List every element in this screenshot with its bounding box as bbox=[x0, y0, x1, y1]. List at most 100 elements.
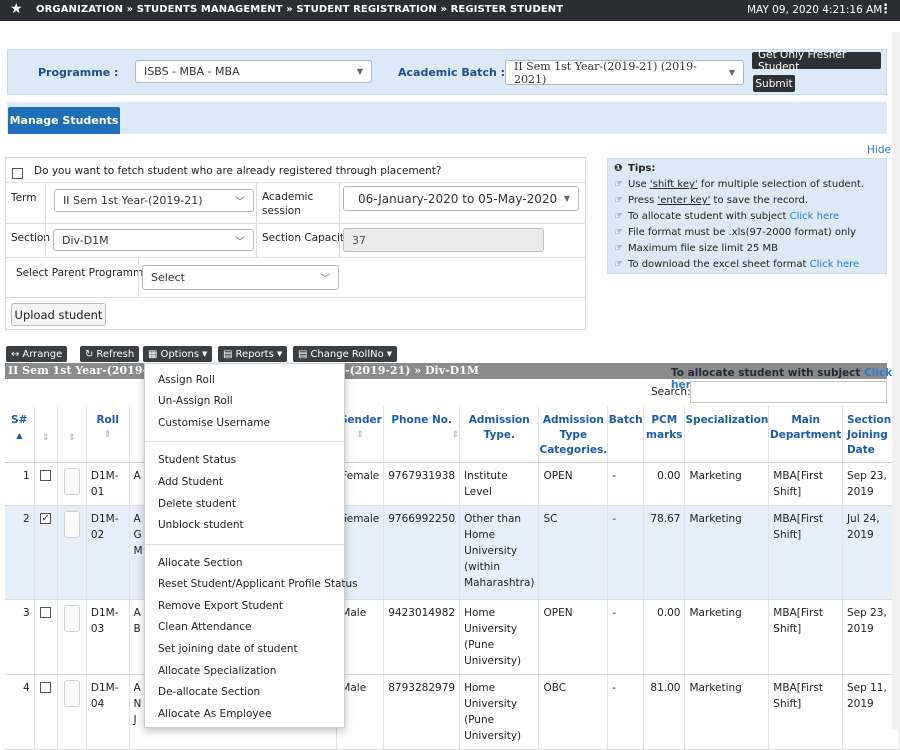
sn-text: 3 bbox=[22, 606, 30, 619]
menu-item-delete-student[interactable]: Delete student bbox=[158, 498, 236, 510]
table-icon: ▤ bbox=[298, 348, 308, 360]
caret-down-icon: ▼ bbox=[728, 68, 735, 77]
menu-divider bbox=[145, 544, 344, 545]
divider bbox=[5, 182, 586, 183]
tab-manage-students[interactable]: Manage Students bbox=[8, 107, 120, 134]
submit-button[interactable]: Submit bbox=[753, 75, 795, 92]
row-checkbox[interactable] bbox=[40, 682, 52, 693]
vertical-scrollbar[interactable] bbox=[892, 32, 900, 730]
arrange-button[interactable]: ↔ Arrange bbox=[6, 346, 68, 362]
menu-item-allocate-as-employee[interactable]: Allocate As Employee bbox=[158, 708, 272, 720]
menu-item-unblock-student[interactable]: Unblock student bbox=[158, 519, 244, 531]
category-cell: OBC bbox=[538, 674, 609, 750]
join-text: Sep 23, 2019 bbox=[846, 606, 887, 635]
menu-item-allocate-section[interactable]: Allocate Section bbox=[158, 557, 243, 569]
academic-batch-label: Academic Batch : bbox=[398, 66, 506, 79]
column-header[interactable]: ⇕ bbox=[34, 405, 58, 463]
breadcrumb: ORGANIZATION » STUDENTS MANAGEMENT » STU… bbox=[36, 4, 564, 15]
menu-item-set-joining-date[interactable]: Set joining date of student bbox=[158, 643, 298, 655]
kebab-icon[interactable]: ⋮ bbox=[879, 2, 892, 17]
select-cell: ✓ bbox=[34, 505, 58, 600]
name-text: A G M bbox=[133, 512, 143, 557]
fetch-placement-checkbox[interactable] bbox=[12, 167, 23, 179]
column-header[interactable]: ⇕ bbox=[57, 405, 87, 463]
table-row[interactable]: 2✓D1M-02A G Mos.ac.inFemale9766992250Oth… bbox=[5, 505, 900, 600]
refresh-icon: ↻ bbox=[85, 348, 94, 360]
column-header[interactable]: Specialization bbox=[684, 405, 770, 463]
gender-text: Male bbox=[341, 681, 367, 694]
get-fresher-button[interactable]: Get Only Fresher Student bbox=[752, 49, 881, 73]
academic-session-select[interactable]: 06-January-2020 to 05-May-2020 ▼ bbox=[343, 186, 579, 211]
join-cell: Sep 23, 2019 bbox=[842, 462, 900, 506]
options-dropdown-menu: Assign Roll Un-Assign Roll Customise Use… bbox=[144, 363, 358, 728]
star-icon[interactable]: ★ bbox=[10, 1, 23, 17]
phone-cell: 8793282979 bbox=[383, 674, 461, 750]
section-select[interactable]: Div-D1M ﹀ bbox=[53, 229, 254, 251]
reports-button[interactable]: ▤ Reports ▼ bbox=[218, 346, 288, 362]
menu-item-customise-username[interactable]: Customise Username bbox=[158, 417, 270, 429]
options-button[interactable]: ▦ Options ▼ bbox=[143, 346, 213, 362]
roll-cell: D1M-02 bbox=[86, 505, 130, 600]
hide-link[interactable]: Hide bbox=[867, 144, 891, 156]
column-header[interactable]: Batch bbox=[607, 405, 645, 463]
allocate-subject-link[interactable]: Click here bbox=[790, 211, 840, 222]
upload-student-button[interactable]: Upload student bbox=[11, 303, 106, 326]
search-input[interactable] bbox=[690, 381, 887, 403]
photo-cell bbox=[57, 462, 87, 506]
column-header[interactable]: Main Department bbox=[768, 405, 843, 463]
row-checkbox[interactable]: ✓ bbox=[40, 513, 52, 524]
academic-batch-select[interactable]: II Sem 1st Year-(2019-21) (2019-2021) ▼ bbox=[505, 60, 744, 86]
phone-text: 9423014982 bbox=[388, 606, 456, 619]
term-select[interactable]: II Sem 1st Year-(2019-21) ﹀ bbox=[54, 189, 254, 212]
download-excel-link[interactable]: Click here bbox=[810, 259, 860, 270]
refresh-button[interactable]: ↻ Refresh bbox=[80, 346, 140, 362]
column-header[interactable]: Section Joining Date bbox=[842, 405, 900, 463]
menu-item-add-student[interactable]: Add Student bbox=[158, 476, 223, 488]
change-rollno-button[interactable]: ▤ Change RollNo ▼ bbox=[293, 346, 398, 362]
select-cell bbox=[34, 462, 58, 506]
divider bbox=[5, 223, 586, 224]
name-text: A B bbox=[133, 606, 141, 635]
term-label: Term bbox=[11, 192, 37, 204]
menu-item-student-status[interactable]: Student Status bbox=[158, 454, 236, 466]
pcm-text: 78.67 bbox=[650, 512, 681, 525]
adm_type-cell: Home University (Pune University) bbox=[459, 674, 540, 750]
category-cell: OPEN bbox=[538, 462, 609, 506]
column-header[interactable]: Roll ⇕ bbox=[86, 405, 130, 463]
menu-item-remove-export-student[interactable]: Remove Export Student bbox=[158, 600, 283, 612]
menu-item-clean-attendance[interactable]: Clean Attendance bbox=[158, 621, 251, 633]
spec-text: Marketing bbox=[689, 512, 742, 525]
pcm-text: 0.00 bbox=[657, 606, 681, 619]
top-bar: ★ ORGANIZATION » STUDENTS MANAGEMENT » S… bbox=[0, 0, 900, 21]
programme-select[interactable]: ISBS - MBA - MBA ▼ bbox=[135, 60, 372, 83]
column-header[interactable]: Admission Type Categories. bbox=[538, 405, 609, 463]
avatar bbox=[63, 467, 80, 495]
menu-item-allocate-specialization[interactable]: Allocate Specialization bbox=[158, 665, 276, 677]
column-header[interactable]: Admission Type. bbox=[459, 405, 540, 463]
chevron-down-icon: ﹀ bbox=[235, 197, 245, 208]
menu-item-reset-profile-status[interactable]: Reset Student/Applicant Profile Status bbox=[158, 578, 358, 590]
batch-text: - bbox=[612, 512, 617, 525]
row-checkbox[interactable] bbox=[40, 607, 52, 618]
divider bbox=[339, 223, 340, 257]
section-capacity-label: Section Capacity bbox=[262, 232, 351, 244]
table-row[interactable]: 3D1M-03A BnMale9423014982Home University… bbox=[5, 599, 900, 675]
table-row[interactable]: 1 D1M-01 A Female 9767931938 Institute Level O… bbox=[5, 462, 900, 506]
menu-item-unassign-roll[interactable]: Un-Assign Roll bbox=[158, 395, 233, 407]
table-row[interactable]: 4D1M-04A N JnMale8793282979Home Universi… bbox=[5, 674, 900, 750]
join-text: Sep 23, 2019 bbox=[846, 469, 887, 498]
parent-programme-select[interactable]: Select ﹀ bbox=[142, 265, 339, 290]
menu-item-deallocate-section[interactable]: De-allocate Section bbox=[158, 686, 260, 698]
column-header[interactable]: Phone No. ⇕ bbox=[383, 405, 461, 463]
category-text: OPEN bbox=[543, 469, 573, 482]
row-checkbox[interactable] bbox=[40, 470, 52, 481]
sn-text: 2 bbox=[22, 512, 30, 525]
dept-cell: MBA[First Shift] bbox=[768, 505, 843, 600]
pointing-hand-icon: ☞ bbox=[614, 259, 623, 270]
column-header[interactable]: S# ▲ bbox=[5, 405, 35, 463]
column-header[interactable]: PCM marks bbox=[643, 405, 686, 463]
pointing-hand-icon: ☞ bbox=[614, 227, 623, 238]
menu-item-assign-roll[interactable]: Assign Roll bbox=[158, 374, 215, 386]
select-cell bbox=[34, 674, 58, 750]
roll-cell: D1M-04 bbox=[86, 674, 130, 750]
